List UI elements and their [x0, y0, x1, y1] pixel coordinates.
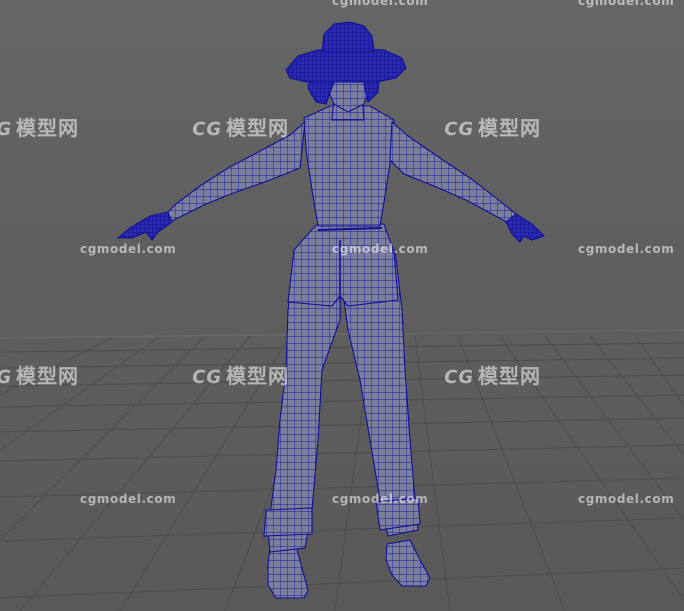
left-shoe — [267, 545, 309, 599]
ground-grid — [0, 329, 684, 611]
left-arm — [165, 120, 306, 223]
3d-viewport[interactable]: cgmodel.com cgmodel.com CG 模型网 CG 模型网 CG 模型… — [0, 0, 684, 611]
waist — [287, 223, 399, 307]
hat-crown — [321, 21, 375, 53]
torso — [303, 105, 395, 227]
right-cuff — [375, 497, 421, 531]
right-hand — [505, 213, 546, 243]
right-arm — [389, 120, 521, 225]
hat-brim — [285, 47, 407, 83]
right-shoe — [385, 539, 431, 587]
left-hand — [116, 211, 173, 241]
ground-horizon — [0, 329, 684, 339]
left-cuff — [263, 507, 313, 537]
viewport-scene[interactable] — [0, 0, 684, 611]
